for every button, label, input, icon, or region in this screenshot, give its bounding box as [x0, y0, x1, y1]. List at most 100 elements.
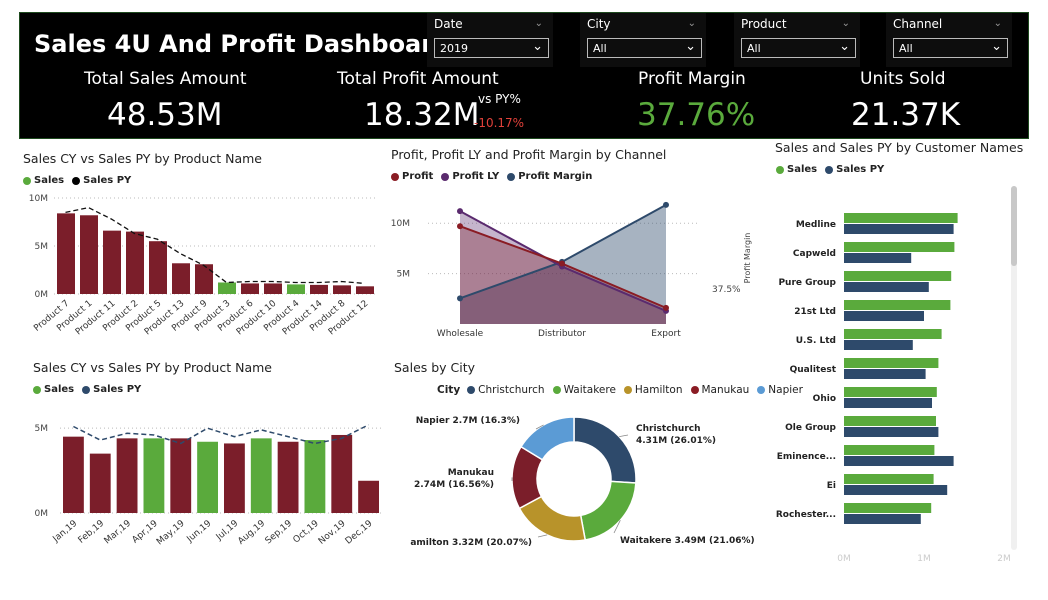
customers-chart-title: Sales and Sales PY by Customer Names [775, 140, 1024, 155]
slicer-date-value: 2019 [440, 42, 468, 55]
chevron-down-icon[interactable]: ⌄ [535, 18, 543, 29]
x-tick-label: Wholesale [437, 329, 484, 339]
data-label: Christchurch [636, 424, 701, 434]
data-point [457, 223, 463, 230]
bar [126, 231, 144, 294]
bar-sales [844, 358, 939, 368]
x-tick-label: Export [651, 329, 681, 339]
kpi-units-value: 21.37K [851, 97, 961, 133]
legend-item-sales: Sales [44, 384, 75, 395]
bar-sales-py [844, 369, 926, 379]
bar-sales-py [844, 514, 921, 524]
kpi-sales-label: Total Sales Amount [84, 69, 247, 89]
y-tick-label: 5M [35, 424, 49, 434]
bar-sales [844, 213, 958, 223]
bar [277, 441, 299, 513]
slicer-city-dropdown[interactable]: All ⌄ [587, 38, 702, 58]
bar [103, 230, 121, 294]
slicer-channel-value: All [899, 42, 913, 55]
y-tick-label: 5M [397, 270, 411, 280]
chevron-down-icon: ⌄ [991, 39, 1002, 54]
y2-axis-label: Profit Margin [743, 233, 752, 284]
y-tick-label: 10M [29, 194, 48, 204]
data-label: Hamilton 3.32M (20.07%) [410, 538, 532, 548]
bar [358, 480, 379, 513]
bar-sales [844, 474, 934, 484]
bar [304, 440, 326, 513]
slicer-channel-label: Channel [893, 17, 943, 31]
x-tick-label: Nov,19 [317, 518, 348, 546]
slicer-date[interactable]: Date ⌄ 2019 ⌄ [427, 13, 553, 67]
legend-dot-icon [507, 172, 516, 181]
bar [331, 434, 353, 513]
y-tick-label: Qualitest [790, 365, 837, 375]
legend-dot-icon [552, 386, 561, 394]
slicer-city-value: All [593, 42, 607, 55]
data-label: 4.31M (26.01%) [636, 436, 716, 446]
legend-item-sales-py: Sales PY [93, 384, 142, 395]
x-tick-label: 1M [917, 554, 931, 564]
data-point [457, 295, 463, 302]
slicer-channel-dropdown[interactable]: All ⌄ [893, 38, 1008, 58]
data-point [457, 208, 463, 215]
legend-dot-icon [72, 176, 81, 185]
bar [57, 213, 75, 294]
slicer-date-dropdown[interactable]: 2019 ⌄ [434, 38, 549, 58]
kpi-sales-value: 48.53M [107, 97, 223, 133]
slicer-city[interactable]: City ⌄ All ⌄ [580, 13, 706, 67]
x-tick-label: Jan,19 [51, 518, 80, 545]
slice-waitakere [579, 480, 637, 541]
legend-dot-icon [825, 165, 834, 174]
x-tick-label: 2M [997, 554, 1010, 564]
bar [287, 284, 305, 294]
scrollbar-thumb[interactable] [1011, 186, 1017, 266]
months-chart: 0M5MJan,19Feb,19Mar,19Apr,19May,19Jun,19… [35, 424, 382, 547]
legend-dot-icon [690, 386, 699, 394]
bar-sales-py [844, 282, 929, 292]
header-banner: Sales 4U And Profit Dashboard Date ⌄ 201… [19, 12, 1029, 139]
slicer-channel[interactable]: Channel ⌄ All ⌄ [886, 13, 1012, 67]
bar-sales-py [844, 253, 912, 263]
cities-chart-title: Sales by City [394, 360, 476, 375]
legend-dot-icon [467, 386, 476, 394]
slicer-product-dropdown[interactable]: All ⌄ [741, 38, 856, 58]
customers-scrollbar[interactable] [1011, 186, 1017, 550]
y-tick-label: 21st Ltd [794, 307, 836, 317]
bar [80, 215, 98, 294]
bar [224, 443, 245, 513]
data-label: Manukau [448, 468, 494, 478]
legend-item-sales-py: Sales PY [83, 175, 132, 186]
y-tick-label: 0M [35, 509, 49, 519]
chevron-down-icon[interactable]: ⌄ [688, 18, 696, 29]
slicer-product-label: Product [741, 17, 787, 31]
chevron-down-icon: ⌄ [839, 39, 850, 54]
chevron-down-icon[interactable]: ⌄ [842, 18, 850, 29]
products-chart-title: Sales CY vs Sales PY by Product Name [23, 151, 262, 166]
y-tick-label: Ei [827, 481, 836, 491]
kpi-vs-value: -10.17% [474, 116, 525, 130]
slicer-product[interactable]: Product ⌄ All ⌄ [734, 13, 860, 67]
y2-tick-label: 37.5% [712, 285, 741, 295]
legend-item-profit: Profit [402, 171, 434, 182]
data-point [559, 260, 565, 267]
leader-line [619, 434, 629, 437]
bar-sales [844, 242, 955, 252]
legend-item-napier: Napier [768, 384, 803, 396]
bar-sales-py [844, 398, 932, 408]
cities-legend-title: City [437, 384, 461, 396]
legend-item-sales: Sales [34, 175, 65, 186]
bar [333, 285, 351, 294]
products-chart: 0M5M10MProduct 7Product 1Product 11Produ… [29, 194, 376, 337]
data-label: Waitakere 3.49M (21.06%) [620, 536, 755, 546]
leader-line [537, 534, 548, 538]
data-label: Napier 2.7M (16.3%) [416, 416, 520, 426]
chevron-down-icon[interactable]: ⌄ [994, 18, 1002, 29]
slice-christchurch [573, 416, 637, 484]
bar-sales [844, 416, 936, 426]
chevron-down-icon: ⌄ [532, 39, 543, 54]
legend-item-hamilton: Hamilton [634, 384, 683, 396]
data-label: 2.74M (16.56%) [414, 480, 494, 490]
cities-legend: City Christchurch Waitakere Hamilton Man… [437, 384, 807, 396]
kpi-profit-value: 18.32M [364, 97, 480, 133]
y-tick-label: Capweld [793, 249, 836, 259]
